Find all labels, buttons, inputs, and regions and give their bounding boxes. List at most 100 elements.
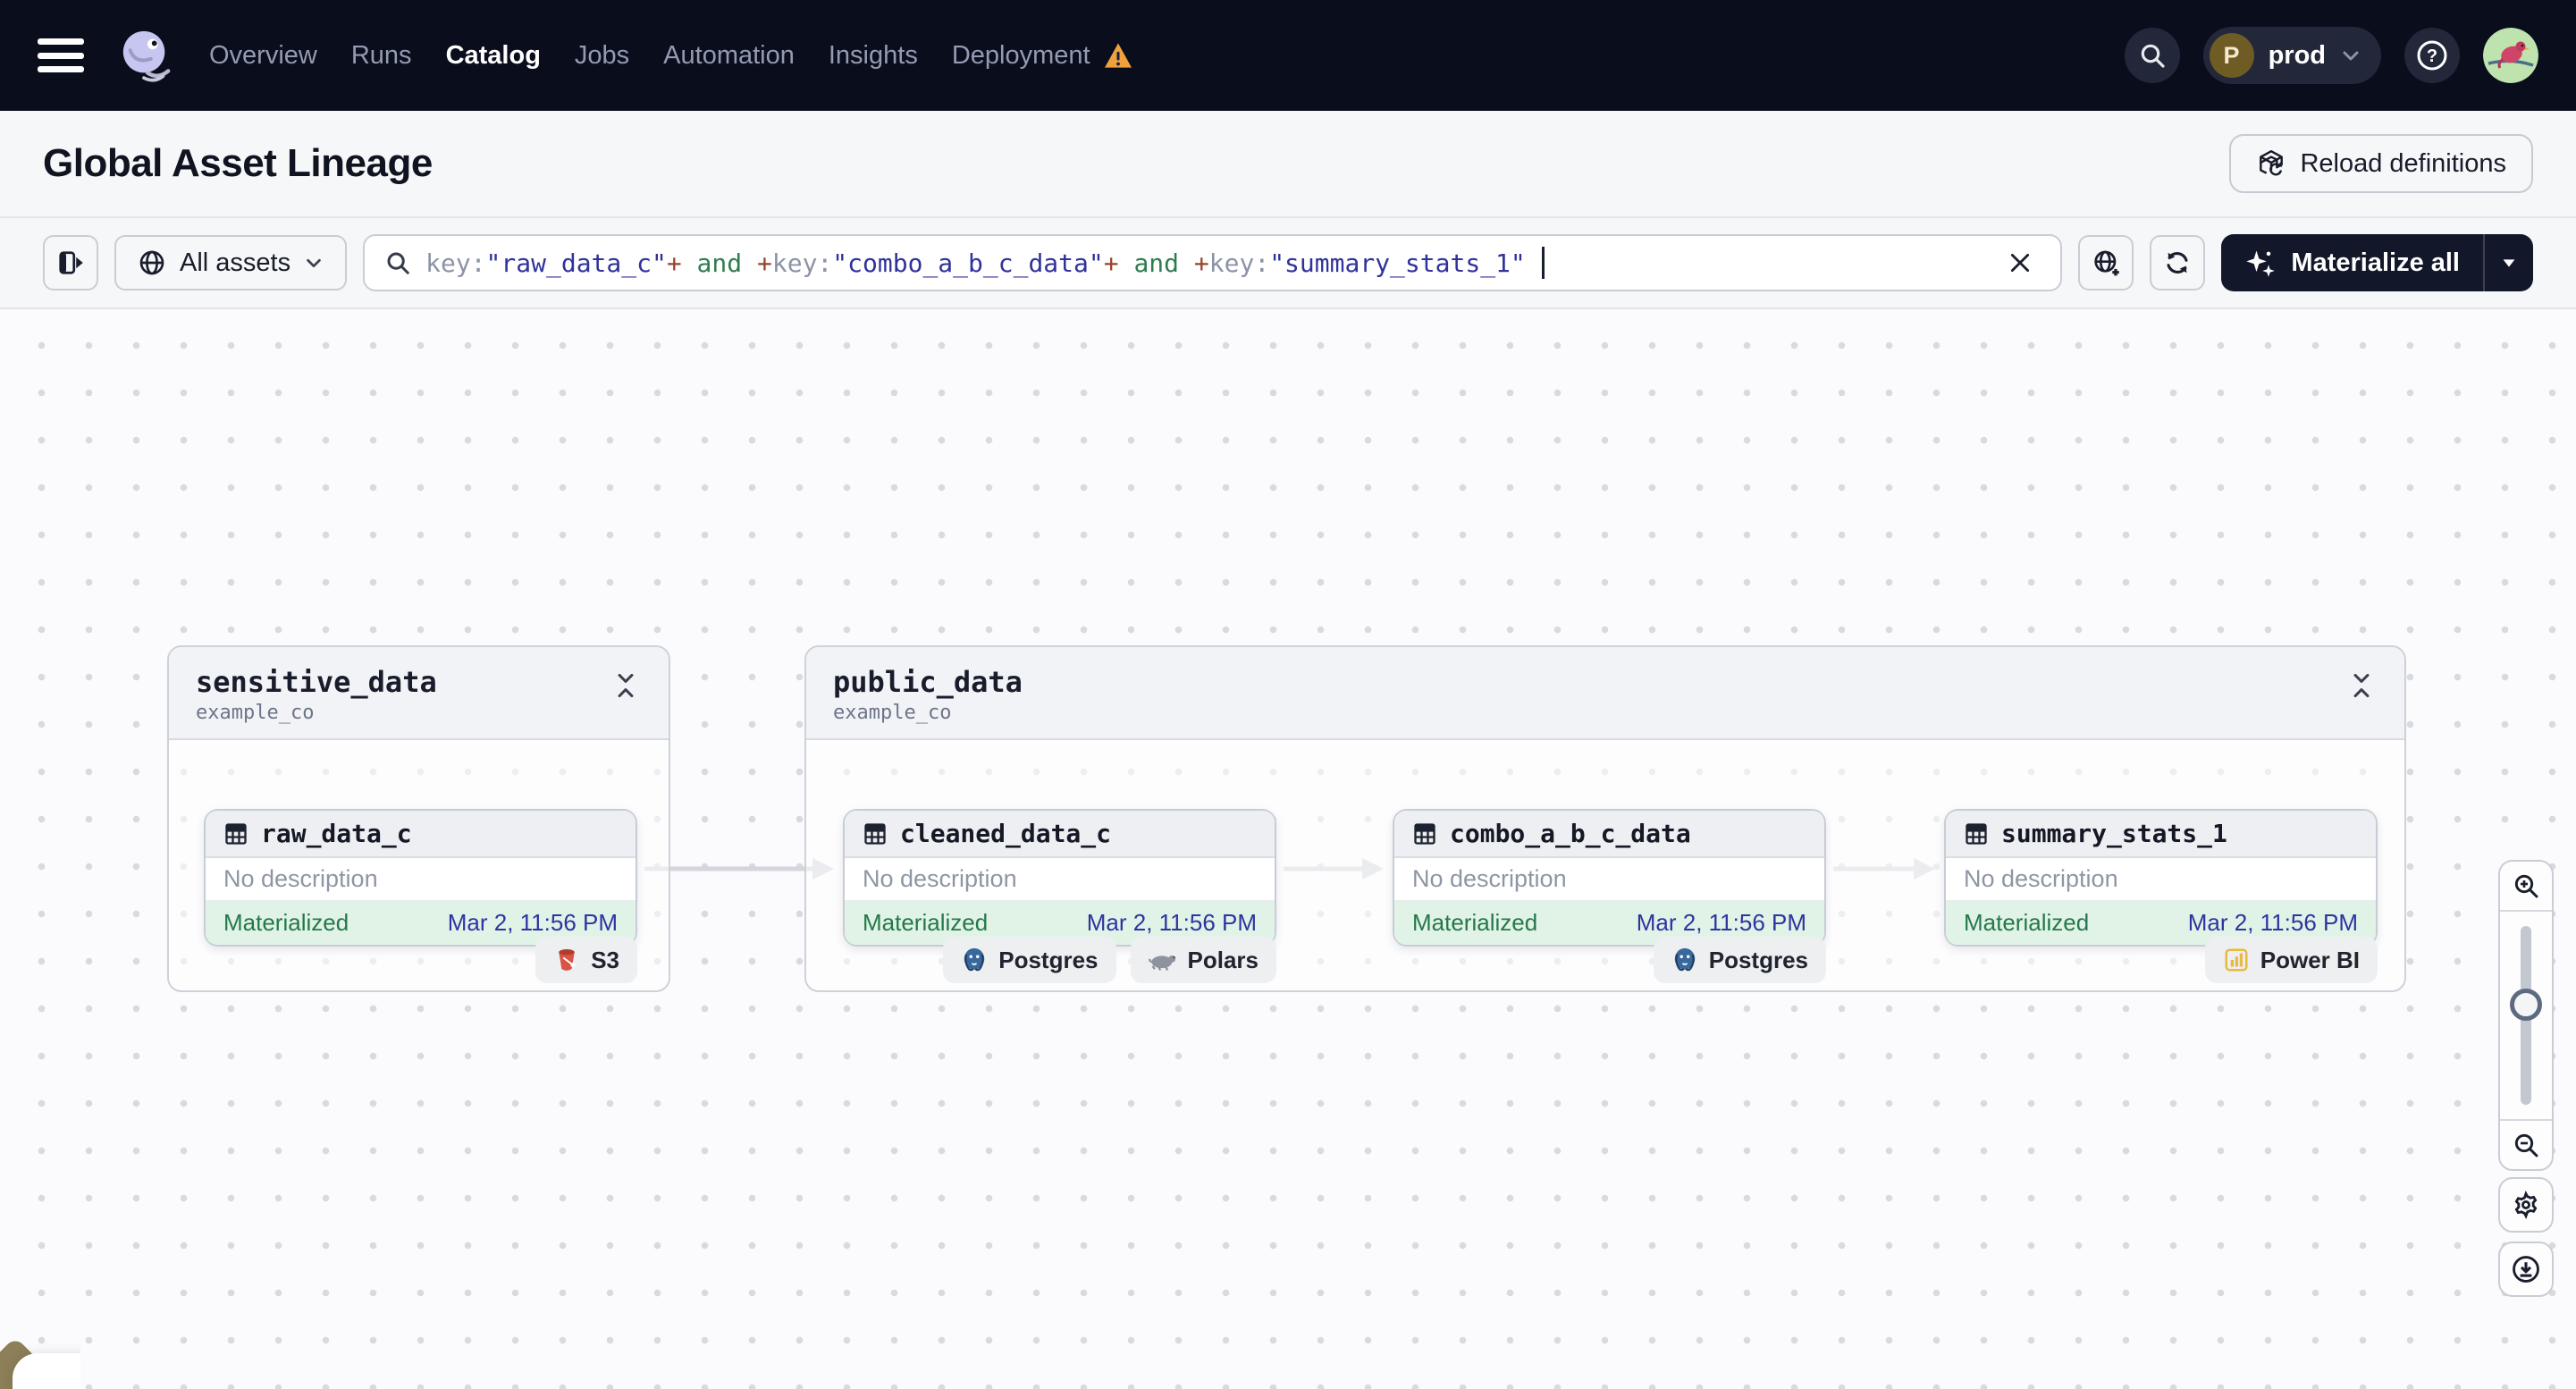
asset-node-raw_data_c[interactable]: raw_data_c No description Materialized Mar … <box>204 809 637 947</box>
nav-item-deployment[interactable]: Deployment <box>952 41 1133 71</box>
nav-item-insights[interactable]: Insights <box>829 41 918 71</box>
download-graph-icon[interactable] <box>2498 1242 2554 1297</box>
materialize-split-button: Materialize all <box>2221 234 2533 291</box>
open-panel-icon[interactable] <box>43 235 98 290</box>
group-name: public_data <box>833 665 1023 699</box>
tag-power-bi[interactable]: Power BI <box>2204 937 2378 983</box>
nav-item-label: Runs <box>350 40 412 70</box>
asset-node-header: raw_data_c <box>206 811 636 858</box>
asset-tags: Postgres Polars <box>843 937 1276 983</box>
tag-s3[interactable]: S3 <box>535 937 637 983</box>
query-token-keyword: key: <box>771 248 833 278</box>
materialization-timestamp: Mar 2, 11:56 PM <box>1636 909 1806 936</box>
nav-links: Overview Runs Catalog Jobs Automation Insight… <box>209 41 1133 71</box>
asset-description: No description <box>1394 858 1824 901</box>
globe-add-icon[interactable] <box>2078 235 2134 290</box>
environment-name: prod <box>2268 40 2326 70</box>
asset-description: No description <box>845 858 1275 901</box>
nav-item-label: Catalog <box>445 40 541 70</box>
asset-node-combo_a_b_c_data[interactable]: combo_a_b_c_data No description Materializ… <box>1393 809 1826 947</box>
asset-scope-label: All assets <box>180 248 291 277</box>
chevron-down-icon <box>307 258 321 268</box>
zoom-out-icon[interactable] <box>2500 1119 2552 1169</box>
asset-filter-input[interactable]: key: "raw_data_c" + and + key: "combo_a_b_c_… <box>363 234 2063 291</box>
zoom-slider[interactable] <box>2500 912 2552 1119</box>
clear-filter-icon[interactable] <box>1999 242 2041 283</box>
page-title: Global Asset Lineage <box>43 141 433 185</box>
query-token-boolean: and <box>1118 248 1194 278</box>
svg-text:?: ? <box>2427 46 2437 66</box>
nav-item-overview[interactable]: Overview <box>209 41 317 71</box>
postgres-icon <box>961 947 988 973</box>
menu-icon[interactable] <box>38 35 88 76</box>
user-avatar[interactable] <box>2483 28 2538 83</box>
status-badge: Materialized <box>1412 909 1538 936</box>
reload-definitions-icon <box>2260 149 2284 176</box>
status-badge: Materialized <box>223 909 349 936</box>
tag-postgres[interactable]: Postgres <box>943 937 1116 983</box>
warning-icon <box>1103 42 1133 69</box>
reload-definitions-button[interactable]: Reload definitions <box>2229 134 2533 193</box>
collapse-group-icon[interactable] <box>2345 667 2378 704</box>
asset-node-summary_stats_1[interactable]: summary_stats_1 No description Materialize… <box>1944 809 2378 947</box>
materialization-timestamp: Mar 2, 11:56 PM <box>1086 909 1257 936</box>
tag-polars[interactable]: Polars <box>1130 937 1276 983</box>
group-header: public_data example_co <box>806 647 2404 741</box>
zoom-in-icon[interactable] <box>2500 862 2552 912</box>
asset-filter-query: key: "raw_data_c" + and + key: "combo_a_b_c_… <box>425 248 1526 278</box>
lineage-canvas[interactable]: sensitive_data example_co public_data examp… <box>0 309 2576 1389</box>
materialize-all-button[interactable]: Materialize all <box>2221 234 2483 291</box>
sparkles-icon <box>2246 250 2276 277</box>
search-icon[interactable] <box>2124 28 2180 83</box>
environment-avatar: P <box>2209 33 2254 78</box>
query-token-operator: + <box>1193 248 1209 278</box>
query-token-operator: + <box>1103 248 1119 278</box>
nav-item-label: Overview <box>209 40 317 70</box>
asset-name: combo_a_b_c_data <box>1450 819 1691 848</box>
nav-item-jobs[interactable]: Jobs <box>575 41 629 71</box>
environment-switcher[interactable]: P prod <box>2202 27 2381 84</box>
asset-description: No description <box>206 858 636 901</box>
collapse-group-icon[interactable] <box>610 667 642 704</box>
query-token-operator: + <box>666 248 682 278</box>
nav-item-label: Deployment <box>951 40 1090 70</box>
nav-item-runs[interactable]: Runs <box>351 41 412 71</box>
query-token-string: "combo_a_b_c_data" <box>832 248 1104 278</box>
asset-name: cleaned_data_c <box>900 819 1112 848</box>
status-badge: Materialized <box>1964 909 2090 936</box>
dagster-logo-icon[interactable] <box>118 28 173 83</box>
table-icon <box>1964 821 1989 846</box>
tag-label: Polars <box>1187 946 1259 973</box>
refresh-icon[interactable] <box>2150 235 2206 290</box>
zoom-controls <box>2498 860 2554 1171</box>
top-navigation: Overview Runs Catalog Jobs Automation Insight… <box>0 0 2576 111</box>
tag-label: Postgres <box>1708 946 1808 973</box>
graph-settings-icon[interactable] <box>2498 1177 2554 1233</box>
polars-icon <box>1148 949 1177 971</box>
query-token-keyword: key: <box>1208 248 1270 278</box>
asset-tags: S3 <box>204 937 637 983</box>
table-icon <box>223 821 248 846</box>
zoom-slider-thumb[interactable] <box>2510 989 2542 1021</box>
query-token-string: "summary_stats_1" <box>1269 248 1526 278</box>
asset-scope-dropdown[interactable]: All assets <box>114 235 348 290</box>
asset-description: No description <box>1946 858 2376 901</box>
postgres-icon <box>1671 947 1698 973</box>
reload-definitions-label: Reload definitions <box>2300 148 2506 178</box>
tag-label: S3 <box>591 946 619 973</box>
tag-postgres[interactable]: Postgres <box>1653 937 1826 983</box>
materialize-all-label: Materialize all <box>2291 248 2460 277</box>
nav-item-label: Automation <box>663 40 795 70</box>
table-icon <box>863 821 888 846</box>
query-token-boolean: and <box>681 248 757 278</box>
nav-item-catalog[interactable]: Catalog <box>446 41 541 71</box>
group-repository: example_co <box>196 702 315 725</box>
nav-item-automation[interactable]: Automation <box>663 41 795 71</box>
help-icon[interactable]: ? <box>2404 28 2460 83</box>
query-token-string: "raw_data_c" <box>485 248 667 278</box>
nav-item-label: Jobs <box>574 40 630 70</box>
asset-node-cleaned_data_c[interactable]: cleaned_data_c No description Materialized… <box>843 809 1276 947</box>
materialize-options-caret[interactable] <box>2483 234 2533 291</box>
table-icon <box>1412 821 1437 846</box>
asset-name: summary_stats_1 <box>2001 819 2227 848</box>
